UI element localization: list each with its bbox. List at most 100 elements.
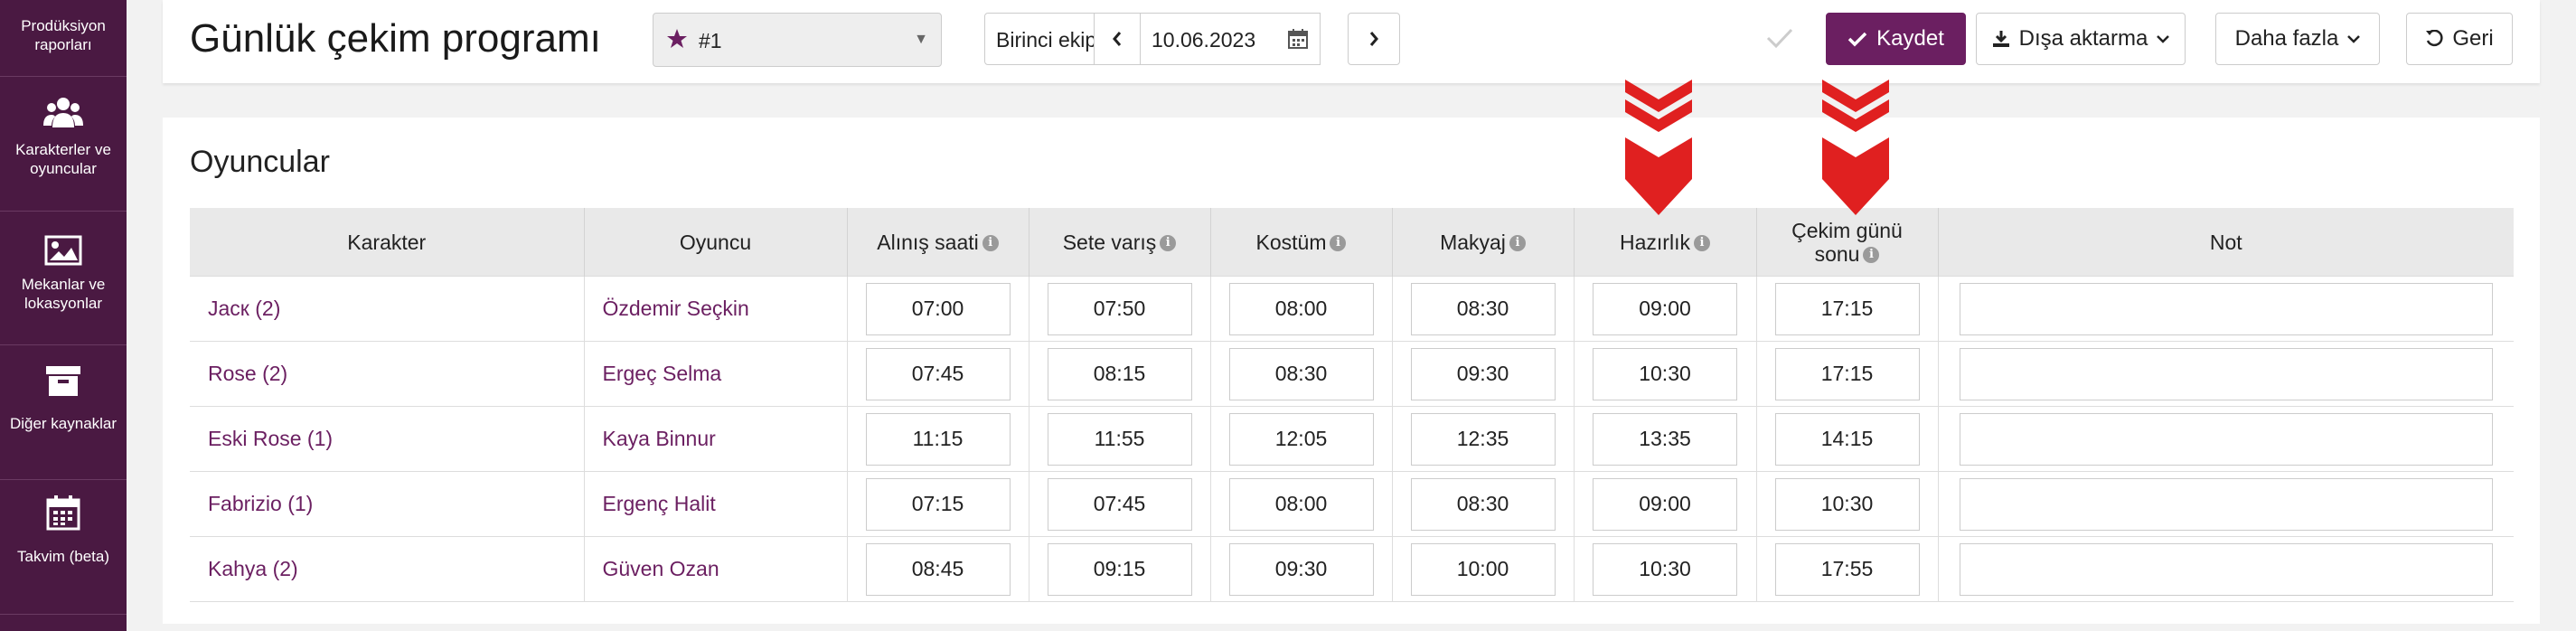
- column-header: Alınış saati i: [846, 208, 1029, 277]
- check-icon: [1847, 32, 1867, 47]
- pickup-time-input[interactable]: 07:45: [865, 347, 1011, 400]
- schedule-select-value: #1: [699, 29, 722, 52]
- on-set-time-input[interactable]: 07:45: [1047, 477, 1192, 531]
- table-cell: 08:30: [1391, 276, 1574, 342]
- wrap-time-input[interactable]: 17:15: [1774, 282, 1920, 335]
- back-button-label: Geri: [2452, 26, 2494, 51]
- makeup-time-input[interactable]: 10:00: [1410, 542, 1556, 596]
- ready-time-input[interactable]: 09:00: [1593, 282, 1737, 335]
- table-cell: 08:00: [1209, 276, 1392, 342]
- table-row: Jacк (2) Özdemir Seçkin 07:00 07:50 08:00 08:…: [190, 276, 2514, 342]
- next-day-button[interactable]: [1348, 13, 1400, 65]
- unit-select[interactable]: Birinci ekip: [984, 13, 1095, 65]
- info-icon[interactable]: i: [1509, 235, 1526, 252]
- table-cell: 07:15: [846, 471, 1029, 537]
- ready-time-input[interactable]: 10:30: [1593, 347, 1737, 400]
- character-link[interactable]: Fabrizio (1): [190, 471, 584, 537]
- prev-day-button[interactable]: [1094, 13, 1141, 65]
- table-cell: 11:55: [1028, 406, 1210, 472]
- date-value: 10.06.2023: [1152, 28, 1256, 52]
- note-input[interactable]: [1959, 282, 2493, 335]
- date-input[interactable]: 10.06.2023: [1140, 13, 1321, 65]
- column-header: Makyaj i: [1391, 208, 1574, 277]
- actor-link[interactable]: Ergeç Selma: [583, 341, 847, 407]
- actor-link[interactable]: Kaya Binnur: [583, 406, 847, 472]
- sidebar-item-characters[interactable]: Karakterler ve oyuncular: [0, 77, 127, 212]
- column-header: Oyuncu: [583, 208, 847, 277]
- on-set-time-input[interactable]: 11:55: [1047, 412, 1192, 466]
- on-set-time-input[interactable]: 09:15: [1047, 542, 1192, 596]
- costume-time-input[interactable]: 12:05: [1228, 412, 1374, 466]
- table-row: Eski Rose (1) Kaya Binnur 11:15 11:55 12:05 1…: [190, 406, 2514, 472]
- table-cell: [1937, 471, 2514, 537]
- info-icon[interactable]: i: [1330, 235, 1347, 252]
- note-input[interactable]: [1959, 542, 2493, 596]
- note-input[interactable]: [1959, 477, 2493, 531]
- info-icon[interactable]: i: [1863, 247, 1880, 264]
- more-button-label: Daha fazla: [2234, 26, 2339, 51]
- table-cell: 10:30: [1573, 536, 1756, 602]
- table-header-row: Karakter Oyuncu Alınış saati i Sete varış…: [190, 208, 2514, 277]
- costume-time-input[interactable]: 09:30: [1228, 542, 1374, 596]
- makeup-time-input[interactable]: 08:30: [1410, 477, 1556, 531]
- column-header: Hazırlık i: [1573, 208, 1756, 277]
- makeup-time-input[interactable]: 09:30: [1410, 347, 1556, 400]
- info-icon[interactable]: i: [1160, 235, 1177, 252]
- actor-link[interactable]: Ergenç Halit: [583, 471, 847, 537]
- table-cell: 08:15: [1028, 341, 1210, 407]
- more-button[interactable]: Daha fazla: [2215, 13, 2380, 65]
- annotation-arrow: [1822, 80, 1889, 215]
- sidebar-item-calendar[interactable]: Takvim (beta): [0, 480, 127, 615]
- wrap-time-input[interactable]: 17:15: [1774, 347, 1920, 400]
- character-link[interactable]: Eski Rose (1): [190, 406, 584, 472]
- note-input[interactable]: [1959, 412, 2493, 466]
- archive-icon: [46, 366, 80, 396]
- makeup-time-input[interactable]: 08:30: [1410, 282, 1556, 335]
- note-input[interactable]: [1959, 347, 2493, 400]
- makeup-time-input[interactable]: 12:35: [1410, 412, 1556, 466]
- info-icon[interactable]: i: [1693, 235, 1710, 252]
- table-cell: 09:15: [1028, 536, 1210, 602]
- sidebar-item-locations[interactable]: Mekanlar ve lokasyonlar: [0, 212, 127, 345]
- column-header: Çekim günü sonu i: [1755, 208, 1938, 277]
- back-button[interactable]: Geri: [2406, 13, 2513, 65]
- info-icon[interactable]: i: [982, 235, 999, 252]
- check-icon: [1766, 28, 1793, 49]
- sidebar-item-reports[interactable]: Prodüksiyon raporları: [0, 0, 127, 77]
- character-link[interactable]: Jacк (2): [190, 276, 584, 342]
- wrap-time-input[interactable]: 14:15: [1774, 412, 1920, 466]
- pickup-time-input[interactable]: 07:15: [865, 477, 1011, 531]
- export-button[interactable]: Dışa aktarma: [1976, 13, 2186, 65]
- costume-time-input[interactable]: 08:00: [1228, 477, 1374, 531]
- section-title: Oyuncular: [190, 145, 330, 179]
- calendar-icon[interactable]: [1287, 28, 1309, 50]
- actor-link[interactable]: Özdemir Seçkin: [583, 276, 847, 342]
- ready-time-input[interactable]: 09:00: [1593, 477, 1737, 531]
- table-cell: [1937, 406, 2514, 472]
- pickup-time-input[interactable]: 08:45: [865, 542, 1011, 596]
- actor-link[interactable]: Güven Ozan: [583, 536, 847, 602]
- costume-time-input[interactable]: 08:00: [1228, 282, 1374, 335]
- character-link[interactable]: Kahya (2): [190, 536, 584, 602]
- save-button[interactable]: Kaydet: [1826, 13, 1966, 65]
- ready-time-input[interactable]: 13:35: [1593, 412, 1737, 466]
- page-title: Günlük çekim programı: [190, 16, 601, 61]
- sidebar-item-label: Diğer kaynaklar: [9, 415, 118, 432]
- sidebar-item-resources[interactable]: Diğer kaynaklar: [0, 345, 127, 480]
- wrap-time-input[interactable]: 10:30: [1774, 477, 1920, 531]
- wrap-time-input[interactable]: 17:55: [1774, 542, 1920, 596]
- character-link[interactable]: Rose (2): [190, 341, 584, 407]
- schedule-select[interactable]: #1 ▼: [653, 13, 942, 67]
- pickup-time-input[interactable]: 07:00: [865, 282, 1011, 335]
- pickup-time-input[interactable]: 11:15: [865, 412, 1011, 466]
- image-icon: [44, 235, 82, 266]
- on-set-time-input[interactable]: 08:15: [1047, 347, 1192, 400]
- on-set-time-input[interactable]: 07:50: [1047, 282, 1192, 335]
- export-button-label: Dışa aktarma: [2018, 26, 2148, 51]
- sidebar-item-label: Prodüksiyon raporları: [21, 17, 106, 53]
- users-icon: [43, 98, 83, 127]
- costume-time-input[interactable]: 08:30: [1228, 347, 1374, 400]
- ready-time-input[interactable]: 10:30: [1593, 542, 1737, 596]
- table-cell: 10:00: [1391, 536, 1574, 602]
- annotation-arrow: [1625, 80, 1692, 215]
